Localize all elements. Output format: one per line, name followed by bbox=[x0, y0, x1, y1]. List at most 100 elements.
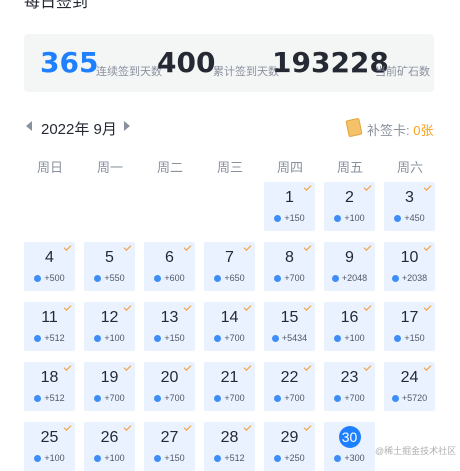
calendar-day[interactable]: 11 +512 bbox=[24, 302, 75, 351]
weekday-label: 周一 bbox=[96, 160, 123, 175]
day-number: 29 bbox=[280, 429, 299, 446]
consecutive-days-value: 365 bbox=[40, 46, 99, 79]
day-number: 16 bbox=[340, 309, 359, 326]
ore-gain: +2048 bbox=[324, 273, 375, 283]
day-number: 20 bbox=[160, 369, 179, 386]
calendar-day[interactable]: 30 +300 bbox=[324, 422, 375, 471]
ore-icon bbox=[34, 395, 42, 402]
ore-gain: +150 bbox=[264, 213, 315, 223]
ore-icon bbox=[94, 335, 102, 342]
day-number: 11 bbox=[41, 309, 58, 326]
calendar-day[interactable]: 4 +500 bbox=[24, 242, 75, 291]
calendar-day[interactable]: 15 +5434 bbox=[264, 302, 315, 351]
day-number: 4 bbox=[45, 249, 54, 266]
ore-icon bbox=[94, 395, 102, 402]
day-number: 30 bbox=[324, 426, 375, 448]
stats-panel: 365 连续签到天数 400 累计签到天数 193228 当前矿石数 bbox=[24, 34, 434, 92]
calendar-day[interactable]: 8 +700 bbox=[264, 242, 315, 291]
ore-gain: +5434 bbox=[264, 333, 315, 343]
calendar-day[interactable]: 3 +450 bbox=[384, 182, 435, 231]
ore-gain: +250 bbox=[264, 453, 315, 463]
ore-icon bbox=[274, 395, 282, 402]
retro-card[interactable]: 补签卡: 0张 bbox=[367, 120, 433, 139]
prev-month-icon[interactable] bbox=[26, 121, 32, 131]
ore-count-value: 193228 bbox=[272, 46, 389, 79]
ore-icon bbox=[394, 335, 402, 342]
page-title: 每日签到 bbox=[24, 0, 89, 11]
day-number: 13 bbox=[160, 309, 179, 326]
retro-card-count: 0张 bbox=[413, 123, 434, 138]
calendar-day[interactable]: 24 +5720 bbox=[384, 362, 435, 411]
next-month-icon[interactable] bbox=[124, 121, 130, 131]
calendar-day[interactable]: 18 +512 bbox=[24, 362, 75, 411]
ore-gain: +512 bbox=[24, 333, 75, 343]
ore-gain: +700 bbox=[204, 333, 255, 343]
day-number: 24 bbox=[400, 369, 419, 386]
day-number: 19 bbox=[100, 369, 119, 386]
calendar-day[interactable]: 9 +2048 bbox=[324, 242, 375, 291]
total-days-value: 400 bbox=[157, 46, 216, 79]
ore-gain: +700 bbox=[144, 393, 195, 403]
total-days-label: 累计签到天数 bbox=[213, 66, 279, 78]
calendar-day[interactable]: 29 +250 bbox=[264, 422, 315, 471]
ore-icon bbox=[154, 275, 162, 282]
ore-icon bbox=[331, 275, 339, 282]
watermark: @稀土掘金技术社区 bbox=[375, 446, 457, 456]
calendar-day[interactable]: 21 +700 bbox=[204, 362, 255, 411]
retro-card-icon bbox=[345, 117, 363, 138]
ore-gain: +100 bbox=[84, 333, 135, 343]
calendar-day[interactable]: 28 +512 bbox=[204, 422, 255, 471]
day-number: 22 bbox=[280, 369, 299, 386]
calendar-day[interactable]: 10 +2038 bbox=[384, 242, 435, 291]
calendar-day[interactable]: 22 +700 bbox=[264, 362, 315, 411]
calendar-day[interactable]: 6 +600 bbox=[144, 242, 195, 291]
day-number: 7 bbox=[225, 249, 234, 266]
ore-gain: +700 bbox=[84, 393, 135, 403]
ore-gain: +650 bbox=[204, 273, 255, 283]
ore-icon bbox=[214, 335, 222, 342]
calendar-header: 2022年 9月 补签卡: 0张 bbox=[24, 116, 434, 140]
ore-gain: +100 bbox=[324, 213, 375, 223]
calendar-day[interactable]: 19 +700 bbox=[84, 362, 135, 411]
calendar-day[interactable]: 17 +150 bbox=[384, 302, 435, 351]
day-number: 15 bbox=[280, 309, 299, 326]
calendar-day[interactable]: 25 +100 bbox=[24, 422, 75, 471]
ore-icon bbox=[94, 275, 102, 282]
ore-icon bbox=[94, 455, 102, 462]
ore-icon bbox=[214, 275, 222, 282]
ore-icon bbox=[274, 455, 282, 462]
calendar-day[interactable]: 14 +700 bbox=[204, 302, 255, 351]
ore-icon bbox=[214, 455, 222, 462]
calendar-day[interactable]: 1 +150 bbox=[264, 182, 315, 231]
calendar-day[interactable]: 26 +100 bbox=[84, 422, 135, 471]
retro-card-label: 补签卡: bbox=[367, 123, 410, 138]
ore-gain: +150 bbox=[144, 453, 195, 463]
ore-icon bbox=[154, 455, 162, 462]
calendar-day[interactable]: 13 +150 bbox=[144, 302, 195, 351]
day-number: 2 bbox=[345, 189, 354, 206]
day-number: 9 bbox=[345, 249, 354, 266]
calendar-day[interactable]: 7 +650 bbox=[204, 242, 255, 291]
ore-icon bbox=[334, 215, 342, 222]
calendar-day[interactable]: 16 +100 bbox=[324, 302, 375, 351]
ore-gain: +550 bbox=[84, 273, 135, 283]
calendar-day[interactable]: 27 +150 bbox=[144, 422, 195, 471]
ore-icon bbox=[274, 215, 282, 222]
day-number: 23 bbox=[340, 369, 359, 386]
ore-gain: +2038 bbox=[384, 273, 435, 283]
day-number: 8 bbox=[285, 249, 294, 266]
month-label: 2022年 9月 bbox=[41, 121, 117, 138]
calendar-day[interactable]: 23 +700 bbox=[324, 362, 375, 411]
calendar-day[interactable]: 2 +100 bbox=[324, 182, 375, 231]
weekday-label: 周三 bbox=[216, 160, 243, 175]
calendar-day[interactable]: 5 +550 bbox=[84, 242, 135, 291]
day-number: 21 bbox=[220, 369, 239, 386]
ore-gain: +150 bbox=[144, 333, 195, 343]
calendar-day[interactable]: 12 +100 bbox=[84, 302, 135, 351]
calendar-day[interactable]: 20 +700 bbox=[144, 362, 195, 411]
weekday-label: 周五 bbox=[336, 160, 363, 175]
ore-gain: +700 bbox=[204, 393, 255, 403]
ore-icon bbox=[394, 215, 402, 222]
weekday-label: 周六 bbox=[396, 160, 423, 175]
day-number: 28 bbox=[220, 429, 239, 446]
